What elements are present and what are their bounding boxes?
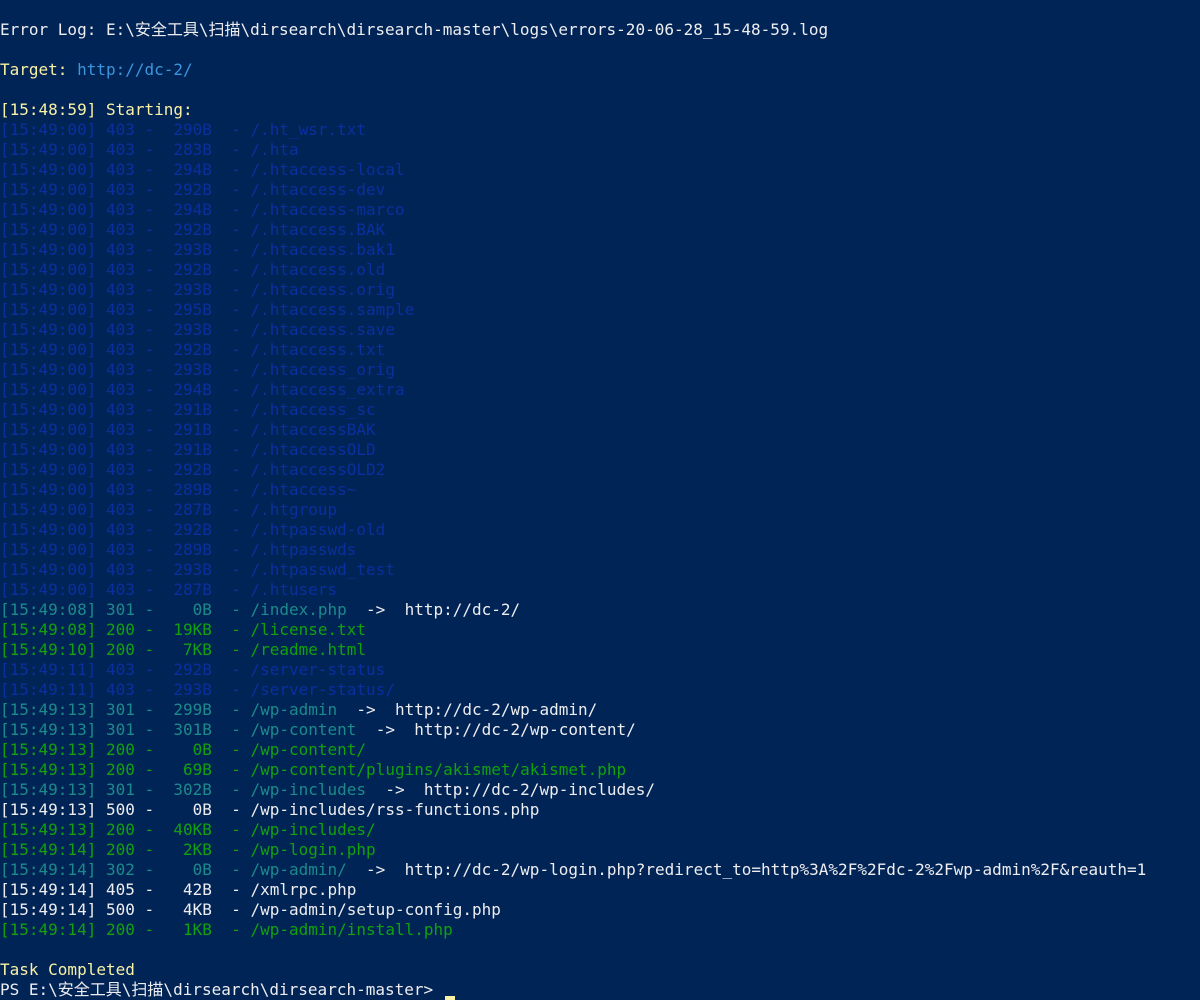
result-line: [15:49:11] 403 - 292B - /server-status xyxy=(0,660,385,680)
result-line: [15:49:00] 403 - 293B - /.htaccess.bak1 xyxy=(0,240,395,260)
result-line: [15:49:00] 403 - 292B - /.htaccess-dev xyxy=(0,180,385,200)
result-entry: [15:49:00] 403 - 293B - /.htaccess_orig xyxy=(0,360,395,379)
result-line: [15:49:00] 403 - 295B - /.htaccess.sampl… xyxy=(0,300,414,320)
result-entry: [15:49:00] 403 - 294B - /.htaccess-local xyxy=(0,160,405,179)
result-entry: [15:49:00] 403 - 294B - /.htaccess-marco xyxy=(0,200,405,219)
result-line: [15:49:00] 403 - 289B - /.htaccess~ xyxy=(0,480,356,500)
result-entry: [15:49:00] 403 - 289B - /.htaccess~ xyxy=(0,480,357,499)
result-line: [15:49:13] 200 - 69B - /wp-content/plugi… xyxy=(0,760,626,780)
result-line: [15:49:13] 301 - 299B - /wp-admin -> htt… xyxy=(0,700,597,720)
result-line: [15:49:00] 403 - 294B - /.htaccess-marco xyxy=(0,200,405,220)
result-entry: [15:49:11] 403 - 293B - /server-status/ xyxy=(0,680,395,699)
result-entry: [15:49:13] 301 - 299B - /wp-admin xyxy=(0,700,338,719)
result-line: [15:49:00] 403 - 294B - /.htaccess_extra xyxy=(0,380,405,400)
redirect-target: -> http://dc-2/wp-login.php?redirect_to=… xyxy=(346,860,1147,879)
result-entry: [15:49:08] 301 - 0B - /index.php xyxy=(0,600,347,619)
result-line: [15:49:13] 301 - 301B - /wp-content -> h… xyxy=(0,720,636,740)
redirect-target: -> http://dc-2/wp-content/ xyxy=(356,720,636,739)
target-line: Target: http://dc-2/ xyxy=(0,60,193,80)
result-line: [15:49:00] 403 - 292B - /.htaccess.txt xyxy=(0,340,385,360)
result-entry: [15:49:00] 403 - 283B - /.hta xyxy=(0,140,299,159)
result-entry: [15:49:00] 403 - 289B - /.htpasswds xyxy=(0,540,357,559)
result-entry: [15:49:13] 500 - 0B - /wp-includes/rss-f… xyxy=(0,800,540,819)
result-entry: [15:49:13] 200 - 40KB - /wp-includes/ xyxy=(0,820,376,839)
result-line: [15:49:00] 403 - 293B - /.htaccess.orig xyxy=(0,280,395,300)
result-entry: [15:49:00] 403 - 293B - /.htpasswd_test xyxy=(0,560,395,579)
result-entry: [15:49:14] 200 - 2KB - /wp-login.php xyxy=(0,840,376,859)
result-line: [15:49:00] 403 - 292B - /.htaccess.old xyxy=(0,260,385,280)
result-entry: [15:49:00] 403 - 292B - /.htaccess.old xyxy=(0,260,386,279)
result-entry: [15:49:00] 403 - 293B - /.htaccess.save xyxy=(0,320,395,339)
result-entry: [15:49:13] 301 - 302B - /wp-includes xyxy=(0,780,367,799)
result-entry: [15:49:00] 403 - 293B - /.htaccess.bak1 xyxy=(0,240,395,259)
result-line: [15:49:00] 403 - 293B - /.htaccess.save xyxy=(0,320,395,340)
result-line: [15:49:00] 403 - 291B - /.htaccessBAK xyxy=(0,420,376,440)
result-entry: [15:49:00] 403 - 294B - /.htaccess_extra xyxy=(0,380,405,399)
text-cursor xyxy=(444,996,455,1000)
result-line: [15:49:00] 403 - 289B - /.htpasswds xyxy=(0,540,356,560)
result-line: [15:49:00] 403 - 291B - /.htaccess_sc xyxy=(0,400,376,420)
result-line: [15:49:00] 403 - 291B - /.htaccessOLD xyxy=(0,440,376,460)
result-line: [15:49:14] 200 - 1KB - /wp-admin/install… xyxy=(0,920,453,940)
target-label: Target: xyxy=(0,60,78,79)
powershell-terminal[interactable]: Error Log: E:\安全工具\扫描\dirsearch\dirsearc… xyxy=(0,0,1200,1000)
result-line: [15:49:00] 403 - 293B - /.htpasswd_test xyxy=(0,560,395,580)
result-entry: [15:49:13] 200 - 0B - /wp-content/ xyxy=(0,740,367,759)
result-line: [15:49:00] 403 - 287B - /.htgroup xyxy=(0,500,337,520)
result-entry: [15:49:00] 403 - 292B - /.htaccess.txt xyxy=(0,340,386,359)
result-line: [15:49:00] 403 - 292B - /.htaccess.BAK xyxy=(0,220,385,240)
error-log-line: Error Log: E:\安全工具\扫描\dirsearch\dirsearc… xyxy=(0,20,829,39)
result-entry: [15:49:00] 403 - 291B - /.htaccess_sc xyxy=(0,400,376,419)
result-entry: [15:49:00] 403 - 291B - /.htaccessOLD xyxy=(0,440,376,459)
result-entry: [15:49:14] 200 - 1KB - /wp-admin/install… xyxy=(0,920,453,939)
result-line: [15:49:00] 403 - 292B - /.htaccessOLD2 xyxy=(0,460,385,480)
result-entry: [15:49:00] 403 - 287B - /.htgroup xyxy=(0,500,338,519)
result-line: [15:49:00] 403 - 287B - /.htusers xyxy=(0,580,337,600)
prompt-text: PS E:\安全工具\扫描\dirsearch\dirsearch-master… xyxy=(0,980,443,999)
result-entry: [15:49:11] 403 - 292B - /server-status xyxy=(0,660,386,679)
result-line: [15:49:14] 405 - 42B - /xmlrpc.php xyxy=(0,880,356,900)
redirect-target: -> http://dc-2/ xyxy=(346,600,521,619)
redirect-target: -> http://dc-2/wp-admin/ xyxy=(337,700,598,719)
result-entry: [15:49:13] 200 - 69B - /wp-content/plugi… xyxy=(0,760,627,779)
result-line: [15:49:13] 301 - 302B - /wp-includes -> … xyxy=(0,780,655,800)
result-entry: [15:49:00] 403 - 287B - /.htusers xyxy=(0,580,338,599)
result-line: [15:49:14] 302 - 0B - /wp-admin/ -> http… xyxy=(0,860,1146,880)
result-line: [15:49:10] 200 - 7KB - /readme.html xyxy=(0,640,366,660)
command-prompt-line[interactable]: PS E:\安全工具\扫描\dirsearch\dirsearch-master… xyxy=(0,980,455,1000)
result-entry: [15:49:00] 403 - 292B - /.htaccess-dev xyxy=(0,180,386,199)
result-line: [15:49:13] 200 - 40KB - /wp-includes/ xyxy=(0,820,376,840)
result-entry: [15:49:00] 403 - 290B - /.ht_wsr.txt xyxy=(0,120,367,139)
task-completed-line: Task Completed xyxy=(0,960,135,979)
target-url: http://dc-2/ xyxy=(77,60,193,79)
result-line: [15:49:11] 403 - 293B - /server-status/ xyxy=(0,680,395,700)
result-entry: [15:49:00] 403 - 295B - /.htaccess.sampl… xyxy=(0,300,415,319)
result-line: [15:49:08] 301 - 0B - /index.php -> http… xyxy=(0,600,520,620)
result-entry: [15:49:00] 403 - 293B - /.htaccess.orig xyxy=(0,280,395,299)
result-line: [15:49:13] 500 - 0B - /wp-includes/rss-f… xyxy=(0,800,539,820)
result-line: [15:49:00] 403 - 294B - /.htaccess-local xyxy=(0,160,405,180)
result-entry: [15:49:00] 403 - 292B - /.htaccessOLD2 xyxy=(0,460,386,479)
result-line: [15:49:14] 500 - 4KB - /wp-admin/setup-c… xyxy=(0,900,501,920)
redirect-target: -> http://dc-2/wp-includes/ xyxy=(366,780,656,799)
result-entry: [15:49:13] 301 - 301B - /wp-content xyxy=(0,720,357,739)
result-entry: [15:49:08] 200 - 19KB - /license.txt xyxy=(0,620,367,639)
result-line: [15:49:00] 403 - 283B - /.hta xyxy=(0,140,299,160)
result-line: [15:49:00] 403 - 290B - /.ht_wsr.txt xyxy=(0,120,366,140)
result-line: [15:49:00] 403 - 292B - /.htpasswd-old xyxy=(0,520,385,540)
result-entry: [15:49:14] 302 - 0B - /wp-admin/ xyxy=(0,860,347,879)
result-entry: [15:49:10] 200 - 7KB - /readme.html xyxy=(0,640,367,659)
result-line: [15:49:00] 403 - 293B - /.htaccess_orig xyxy=(0,360,395,380)
result-line: [15:49:08] 200 - 19KB - /license.txt xyxy=(0,620,366,640)
result-entry: [15:49:00] 403 - 292B - /.htpasswd-old xyxy=(0,520,386,539)
result-entry: [15:49:14] 405 - 42B - /xmlrpc.php xyxy=(0,880,357,899)
result-entry: [15:49:00] 403 - 292B - /.htaccess.BAK xyxy=(0,220,386,239)
result-entry: [15:49:00] 403 - 291B - /.htaccessBAK xyxy=(0,420,376,439)
result-entry: [15:49:14] 500 - 4KB - /wp-admin/setup-c… xyxy=(0,900,501,919)
starting-line: [15:48:59] Starting: xyxy=(0,100,193,119)
result-line: [15:49:13] 200 - 0B - /wp-content/ xyxy=(0,740,366,760)
result-line: [15:49:14] 200 - 2KB - /wp-login.php xyxy=(0,840,376,860)
